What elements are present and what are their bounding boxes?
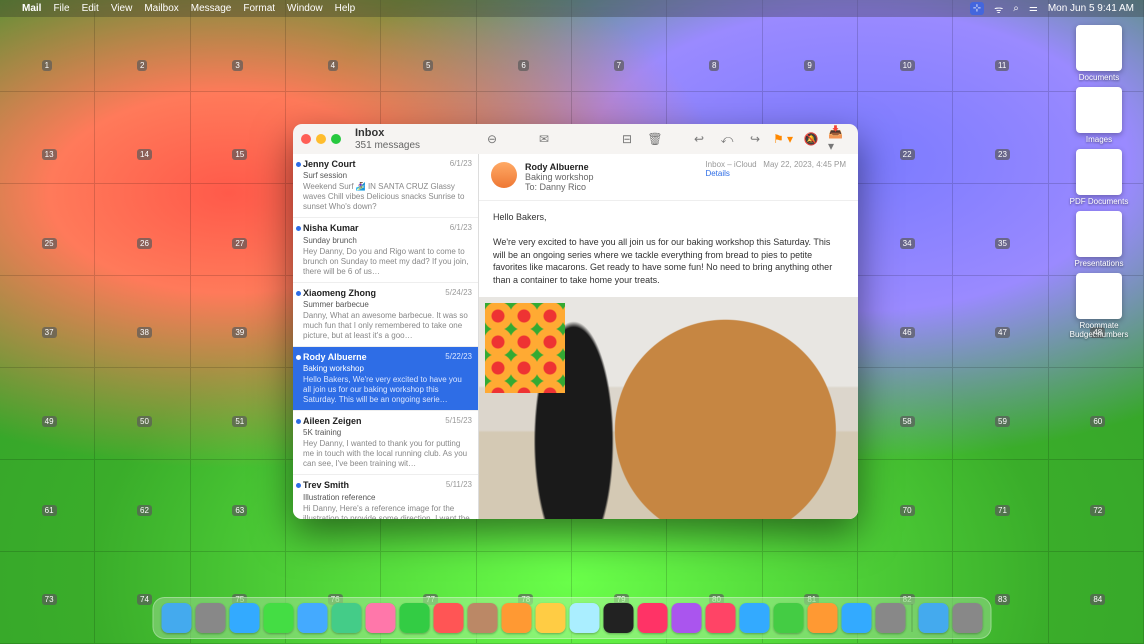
archive-icon[interactable]: ⊟: [616, 130, 638, 148]
folder-icon: [1076, 273, 1122, 319]
wifi-icon[interactable]: ᯤ: [994, 2, 1003, 16]
envelope-icon[interactable]: ✉: [533, 130, 555, 148]
dock-finder[interactable]: [162, 603, 192, 633]
zoom-window-button[interactable]: [331, 134, 341, 144]
unread-dot-icon: [296, 483, 301, 488]
forward-icon[interactable]: ↪: [744, 130, 766, 148]
dock-news[interactable]: [706, 603, 736, 633]
message-list-item[interactable]: Xiaomeng Zhong5/24/23Summer barbecueDann…: [293, 283, 478, 347]
message-list-item[interactable]: Nisha Kumar6/1/23Sunday brunchHey Danny,…: [293, 218, 478, 282]
flag-icon[interactable]: ⚑ ▾: [772, 130, 794, 148]
message-list-item[interactable]: Jenny Court6/1/23Surf sessionWeekend Sur…: [293, 154, 478, 218]
dock-facetime[interactable]: [400, 603, 430, 633]
dock-safari[interactable]: [230, 603, 260, 633]
dock-app-store[interactable]: [740, 603, 770, 633]
dock-tv[interactable]: [604, 603, 634, 633]
details-link[interactable]: Details: [705, 169, 729, 178]
dock-podcasts[interactable]: [672, 603, 702, 633]
menubar-clock[interactable]: Mon Jun 5 9:41 AM: [1048, 3, 1134, 14]
folder-icon: [1076, 87, 1122, 133]
desktop-icon-roommate-budget-numbers[interactable]: Roommate Budget.numbers: [1069, 273, 1129, 339]
menu-format[interactable]: Format: [243, 3, 275, 14]
dock-notes[interactable]: [536, 603, 566, 633]
dock-freeform[interactable]: [570, 603, 600, 633]
dock: [153, 597, 992, 639]
dock-launchpad[interactable]: [196, 603, 226, 633]
menu-help[interactable]: Help: [335, 3, 356, 14]
dock-messages[interactable]: [264, 603, 294, 633]
dock-keynote[interactable]: [842, 603, 872, 633]
mailbox-count: 351 messages: [355, 140, 420, 151]
reply-icon[interactable]: ↩: [688, 130, 710, 148]
unread-dot-icon: [296, 419, 301, 424]
close-window-button[interactable]: [301, 134, 311, 144]
dock-trash[interactable]: [953, 603, 983, 633]
dock-contacts[interactable]: [468, 603, 498, 633]
mute-icon[interactable]: 🔕: [800, 130, 822, 148]
trash-icon[interactable]: 🗑: [644, 130, 666, 148]
mailbox-title: Inbox 351 messages: [355, 127, 420, 150]
menu-app-name[interactable]: Mail: [22, 3, 41, 14]
menu-window[interactable]: Window: [287, 3, 323, 14]
reply-all-icon[interactable]: ⤺: [716, 130, 738, 148]
unread-dot-icon: [296, 226, 301, 231]
dock-numbers[interactable]: [774, 603, 804, 633]
sender-avatar: [491, 162, 517, 188]
menu-file[interactable]: File: [53, 3, 69, 14]
message-list-item[interactable]: Rody Albuerne5/22/23Baking workshopHello…: [293, 347, 478, 411]
reader-body: Hello Bakers, We're very excited to have…: [479, 201, 858, 297]
desktop-icon-pdf-documents[interactable]: PDF Documents: [1069, 149, 1129, 206]
unread-dot-icon: [296, 355, 301, 360]
minimize-window-button[interactable]: [316, 134, 326, 144]
window-traffic-lights: [301, 134, 341, 144]
reader-timestamp: May 22, 2023, 4:45 PM: [763, 160, 846, 169]
dock-music[interactable]: [638, 603, 668, 633]
message-list[interactable]: Jenny Court6/1/23Surf sessionWeekend Sur…: [293, 154, 479, 519]
menu-view[interactable]: View: [111, 3, 133, 14]
control-center-icon[interactable]: ⚌: [1029, 3, 1038, 14]
screen-mirroring-icon[interactable]: ⊹: [970, 2, 984, 15]
menu-edit[interactable]: Edit: [82, 3, 99, 14]
dock-downloads[interactable]: [919, 603, 949, 633]
filter-icon[interactable]: ⊖: [481, 130, 503, 148]
desktop-icon-images[interactable]: Images: [1069, 87, 1129, 144]
message-list-item[interactable]: Trev Smith5/11/23Illustration referenceH…: [293, 475, 478, 519]
dock-mail[interactable]: [298, 603, 328, 633]
message-reader: Rody Albuerne Baking workshop To: Danny …: [479, 154, 858, 519]
menubar: Mail File Edit View Mailbox Message Format Win…: [0, 0, 1144, 17]
dock-system-settings[interactable]: [876, 603, 906, 633]
unread-dot-icon: [296, 291, 301, 296]
reader-to: Danny Rico: [540, 182, 587, 192]
desktop-icon-presentations[interactable]: Presentations: [1069, 211, 1129, 268]
dock-maps[interactable]: [332, 603, 362, 633]
mailbox-name: Inbox: [355, 127, 384, 139]
message-list-item[interactable]: Aileen Zeigen5/15/235K trainingHey Danny…: [293, 411, 478, 475]
desktop-icon-documents[interactable]: Documents: [1069, 25, 1129, 82]
folder-icon: [1076, 25, 1122, 71]
mail-window: Inbox 351 messages ⊖ ✉ ⊟ 🗑 ↩ ⤺ ↪ ⚑ ▾ 🔕 📥…: [293, 124, 858, 519]
email-image-attachment: [479, 297, 858, 519]
spotlight-icon[interactable]: ⌕: [1013, 3, 1019, 14]
dock-photos[interactable]: [366, 603, 396, 633]
dock-reminders[interactable]: [502, 603, 532, 633]
folder-icon: [1076, 211, 1122, 257]
unread-dot-icon: [296, 162, 301, 167]
reader-header: Rody Albuerne Baking workshop To: Danny …: [479, 154, 858, 201]
dock-calendar[interactable]: [434, 603, 464, 633]
move-icon[interactable]: 📥 ▾: [828, 130, 850, 148]
menu-message[interactable]: Message: [191, 3, 232, 14]
reader-mailbox: Inbox – iCloud: [705, 160, 756, 169]
dock-pages[interactable]: [808, 603, 838, 633]
menu-mailbox[interactable]: Mailbox: [144, 3, 178, 14]
folder-icon: [1076, 149, 1122, 195]
mail-toolbar: Inbox 351 messages ⊖ ✉ ⊟ 🗑 ↩ ⤺ ↪ ⚑ ▾ 🔕 📥…: [293, 124, 858, 154]
